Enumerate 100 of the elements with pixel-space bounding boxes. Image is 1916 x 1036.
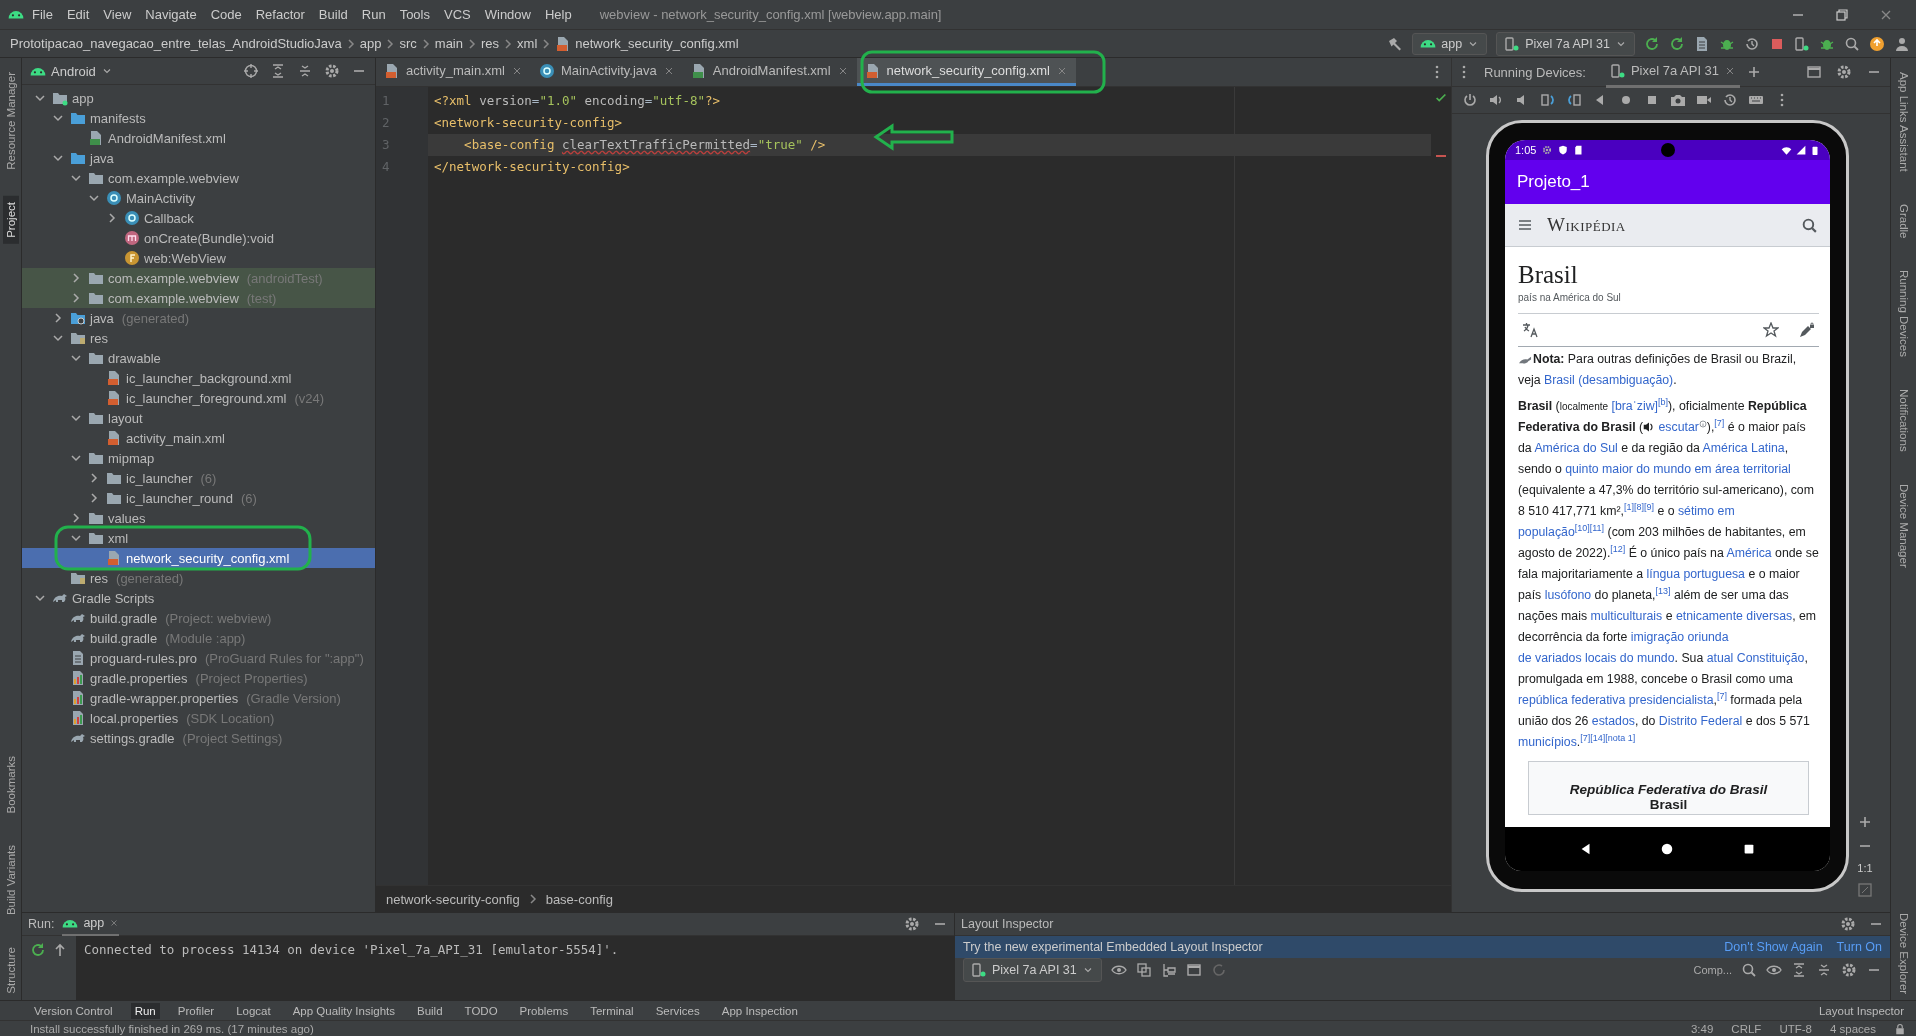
tree-item[interactable]: ic_launcher_foreground.xml (v24) [22,388,375,408]
menu-item[interactable]: Navigate [139,4,203,25]
tool-window-tab[interactable]: Resource Manager [2,66,19,176]
menu-item[interactable]: Help [538,4,578,25]
article-link[interactable]: escutar [1658,420,1699,434]
tree-item[interactable]: MainActivity [22,188,375,208]
rerun-icon[interactable] [1644,35,1660,52]
reference-link[interactable]: [7] [1714,417,1725,428]
list-icon[interactable] [1694,35,1710,52]
tool-window-button[interactable]: Terminal [586,1002,638,1019]
tree-item[interactable]: build.gradle (Project: webview) [22,608,375,628]
reference-link[interactable]: [10][11] [1574,522,1605,533]
expand-all-icon[interactable] [270,63,286,79]
tool-window-tab[interactable]: Notifications [1895,383,1912,458]
breadcrumb-item[interactable]: src [399,36,417,51]
article-link[interactable]: de variados locais do mundo [1518,651,1675,665]
tree-item[interactable]: com.example.webview [22,168,375,188]
status-item[interactable]: 3:49 [1690,1022,1714,1035]
tree-item[interactable]: ic_launcher_round (6) [22,488,375,508]
device-dropdown[interactable]: Pixel 7a API 31 [963,958,1102,982]
tree-item[interactable]: xml [22,528,375,548]
tree-item[interactable]: gradle-wrapper.properties (Gradle Version) [22,688,375,708]
tool-window-tab[interactable]: Structure [2,941,19,1000]
reference-link[interactable]: [1][8][9] [1623,501,1654,512]
article-link[interactable]: América [1726,546,1772,560]
article-link[interactable]: quinto maior do mundo em área territorial [1565,462,1791,476]
breadcrumb-item[interactable]: xml [517,36,538,51]
tree-item[interactable]: onCreate(Bundle):void [22,228,375,248]
article-link[interactable]: imigração oriunda [1630,630,1729,644]
lock-icon[interactable] [1894,1022,1906,1035]
locate-icon[interactable] [243,63,259,79]
article-link[interactable]: língua portuguesa [1646,567,1745,581]
menu-item[interactable]: File [26,4,59,25]
tool-window-tab[interactable]: Device Explorer [1895,906,1912,1000]
pencil-lock-icon[interactable] [1799,322,1815,338]
tool-window-tab[interactable]: Device Manager [1895,477,1912,574]
tool-window-tab[interactable]: Running Devices [1895,264,1912,364]
tool-window-button[interactable]: Profiler [173,1002,219,1019]
tool-window-tab[interactable]: Project [2,195,19,244]
article-link[interactable]: lusófono [1544,588,1592,602]
reference-link[interactable]: [b] [1657,396,1668,407]
tree-item[interactable]: drawable [22,348,375,368]
close-icon[interactable] [109,918,120,928]
menu-item[interactable]: Window [478,4,537,25]
tree-item[interactable]: Gradle Scripts [22,588,375,608]
tree-item[interactable]: values [22,508,375,528]
tree-item[interactable]: network_security_config.xml [22,548,375,568]
breadcrumb-item[interactable]: main [434,36,463,51]
tool-window-button[interactable]: Services [651,1002,704,1019]
article-link[interactable]: América do Sul [1534,441,1618,455]
device-manager-icon[interactable] [1794,35,1810,52]
menu-item[interactable]: Tools [393,4,436,25]
tree-item[interactable]: java (generated) [22,308,375,328]
article-link[interactable]: multiculturais [1590,609,1663,623]
volume-up-icon[interactable] [1488,92,1504,108]
tool-window-button[interactable]: Version Control [30,1002,117,1019]
tool-window-tab[interactable]: Bookmarks [2,749,19,820]
run-configuration-dropdown[interactable]: app [1412,32,1488,55]
tree-item[interactable]: ic_launcher (6) [22,468,375,488]
settings-icon[interactable] [1841,962,1857,978]
rotate-right-icon[interactable] [1540,92,1556,108]
collapse-all-icon[interactable] [1816,962,1832,978]
editor-tab[interactable]: AndroidManifest.xml [682,58,857,86]
tree-item[interactable]: manifests [22,108,375,128]
article-link[interactable]: sétimo em [1677,504,1735,518]
menu-icon[interactable] [1517,217,1533,233]
tool-window-tab[interactable]: Build Variants [2,839,19,922]
tree-icon[interactable] [1160,962,1177,978]
breadcrumb-item[interactable]: base-config [545,891,613,907]
settings-icon[interactable] [1836,64,1852,80]
menu-item[interactable]: Build [312,4,354,25]
window-icon[interactable] [1806,64,1822,80]
article-link[interactable]: estados [1591,714,1635,728]
tree-item[interactable]: app [22,88,375,108]
device-tab[interactable]: Pixel 7a API 31 [1605,56,1741,88]
tree-item[interactable]: settings.gradle (Project Settings) [22,728,375,748]
tool-window-button[interactable]: Run [130,1002,160,1019]
tree-item[interactable]: AndroidManifest.xml [22,128,375,148]
site-logo[interactable]: Wikipédia [1547,214,1626,236]
device-dropdown[interactable]: Pixel 7a API 31 [1496,31,1635,56]
apply-changes-icon[interactable] [1669,35,1685,52]
tree-item[interactable]: gradle.properties (Project Properties) [22,668,375,688]
tree-item[interactable]: proguard-rules.pro (ProGuard Rules for ":app") [22,648,375,668]
article-link[interactable]: Distrito Federal [1658,714,1743,728]
fit-screen-icon[interactable] [1857,882,1873,898]
tree-item[interactable]: res [22,328,375,348]
project-view-dropdown[interactable]: Android [30,63,113,79]
tree-item[interactable]: layout [22,408,375,428]
breadcrumb-item[interactable]: network_security_config.xml [575,36,739,51]
reference-link[interactable]: [13] [1655,585,1671,596]
search-icon[interactable] [1741,962,1757,978]
tool-window-button[interactable]: Problems [515,1002,573,1019]
reference-link[interactable]: [12] [1610,543,1626,554]
article-link[interactable]: América Latina [1702,441,1785,455]
tree-item[interactable]: build.gradle (Module :app) [22,628,375,648]
editor-tab[interactable]: activity_main.xml [376,58,531,86]
profiler-icon[interactable] [1744,35,1760,52]
tree-item[interactable]: local.properties (SDK Location) [22,708,375,728]
search-icon[interactable] [1844,35,1860,52]
breadcrumb-item[interactable]: app [359,36,382,51]
